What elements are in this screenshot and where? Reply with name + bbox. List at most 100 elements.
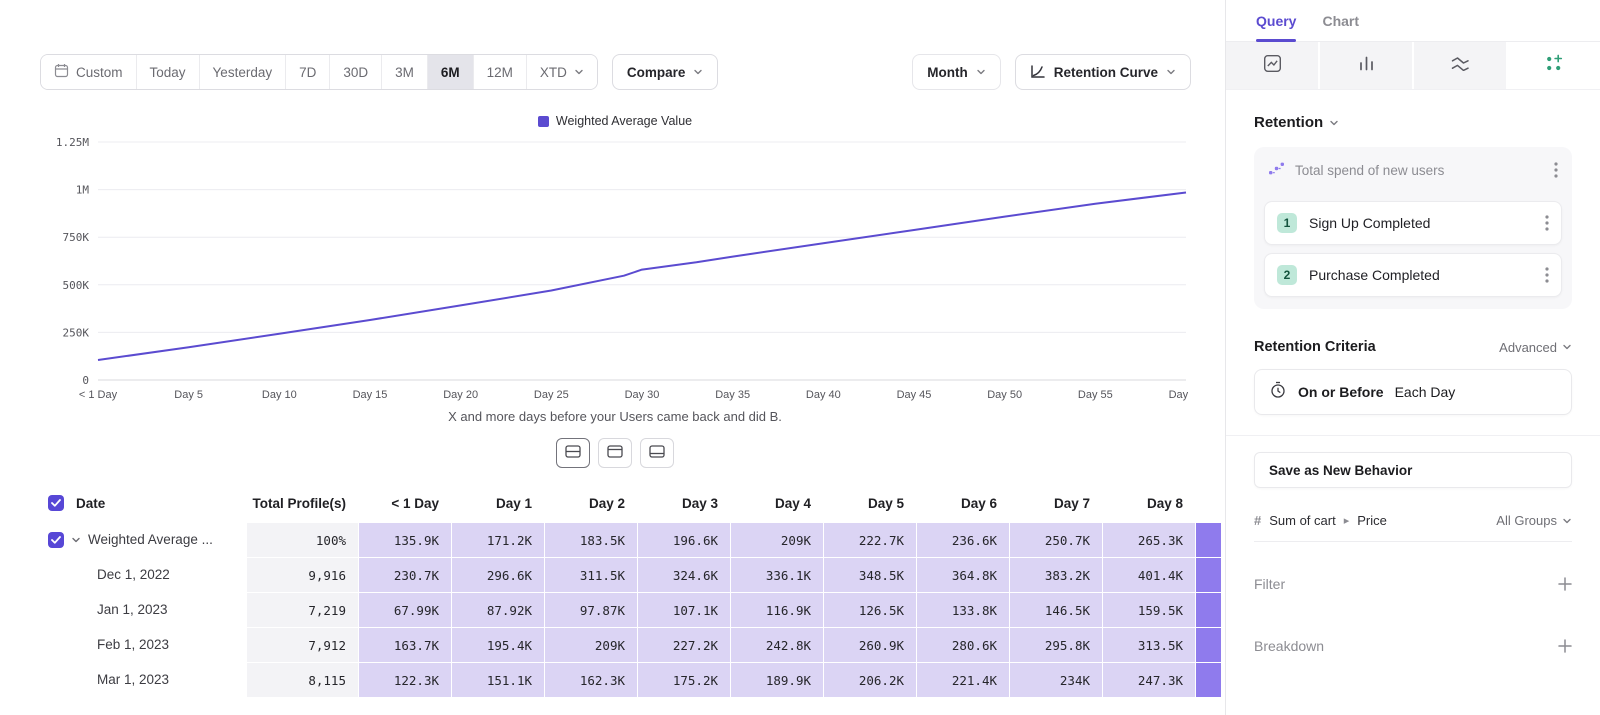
view-toggle-table-rows-top[interactable] <box>598 438 632 468</box>
total-profiles-cell[interactable]: 100% <box>246 522 358 557</box>
behavior-step[interactable]: 1Sign Up Completed <box>1264 201 1562 245</box>
granularity-button[interactable]: Month <box>912 54 1000 90</box>
retention-value-cell[interactable]: 348.5K <box>823 557 916 592</box>
report-tab-flows[interactable] <box>1414 42 1508 89</box>
retention-value-cell[interactable]: 336.1K <box>730 557 823 592</box>
retention-value-cell[interactable]: 222.7K <box>823 522 916 557</box>
retention-value-cell[interactable]: 171.2K <box>451 522 544 557</box>
view-toggle-table-rows-bottom[interactable] <box>640 438 674 468</box>
kebab-menu-icon[interactable] <box>1543 265 1551 285</box>
retention-value-cell[interactable]: 230.7K <box>358 557 451 592</box>
retention-value-cell[interactable]: 311.5K <box>544 557 637 592</box>
kebab-menu-icon[interactable] <box>1552 160 1560 180</box>
retention-line-series[interactable] <box>98 193 1186 361</box>
view-toggle-table-rows-split[interactable] <box>556 438 590 468</box>
retention-value-cell[interactable]: 265.3K <box>1102 522 1195 557</box>
range-button-yesterday[interactable]: Yesterday <box>200 55 287 89</box>
retention-value-cell[interactable]: 183.5K <box>544 522 637 557</box>
range-button-30d[interactable]: 30D <box>330 55 382 89</box>
advanced-dropdown[interactable]: Advanced <box>1499 340 1572 355</box>
retention-value-cell[interactable]: 295.8K <box>1009 627 1102 662</box>
column-header[interactable]: Total Profile(s) <box>246 484 358 522</box>
total-profiles-cell[interactable]: 7,219 <box>246 592 358 627</box>
compare-button[interactable]: Compare <box>612 54 719 90</box>
retention-value-cell[interactable]: 195.4K <box>451 627 544 662</box>
column-header[interactable]: < 1 Day <box>358 484 451 522</box>
range-button-12m[interactable]: 12M <box>474 55 527 89</box>
expand-chevron-icon[interactable] <box>71 535 81 545</box>
retention-value-cell[interactable]: 189.9K <box>730 662 823 697</box>
add-filter-icon[interactable] <box>1558 577 1572 591</box>
table-row[interactable]: Jan 1, 20237,21967.99K87.92K97.87K107.1K… <box>40 592 1225 627</box>
retention-value-cell[interactable]: 162.3K <box>544 662 637 697</box>
table-row[interactable]: Weighted Average ...100%135.9K171.2K183.… <box>40 522 1225 557</box>
retention-value-cell[interactable]: 221.4K <box>916 662 1009 697</box>
retention-value-cell[interactable]: 151.1K <box>451 662 544 697</box>
all-groups-dropdown[interactable]: All Groups <box>1496 513 1572 528</box>
retention-value-cell[interactable]: 135.9K <box>358 522 451 557</box>
table-row[interactable]: Dec 1, 20229,916230.7K296.6K311.5K324.6K… <box>40 557 1225 592</box>
retention-value-cell[interactable]: 227.2K <box>637 627 730 662</box>
retention-value-cell[interactable]: 324.6K <box>637 557 730 592</box>
retention-value-cell[interactable]: 236.6K <box>916 522 1009 557</box>
retention-section-header[interactable]: Retention <box>1254 114 1572 131</box>
retention-value-cell[interactable]: 107.1K <box>637 592 730 627</box>
retention-value-cell[interactable]: 364.8K <box>916 557 1009 592</box>
retention-value-cell[interactable]: 116.9K <box>730 592 823 627</box>
tab-query[interactable]: Query <box>1256 13 1296 41</box>
retention-value-cell[interactable]: 242.8K <box>730 627 823 662</box>
retention-chart[interactable]: 0250K500K750K1M1.25M< 1 DayDay 5Day 10Da… <box>40 132 1190 404</box>
retention-value-cell[interactable]: 67.99K <box>358 592 451 627</box>
total-profiles-cell[interactable]: 7,912 <box>246 627 358 662</box>
table-row[interactable]: Feb 1, 20237,912163.7K195.4K209K227.2K24… <box>40 627 1225 662</box>
retention-value-cell[interactable]: 247.3K <box>1102 662 1195 697</box>
report-tab-retention[interactable] <box>1508 42 1600 89</box>
behavior-header[interactable]: Total spend of new users <box>1254 147 1572 193</box>
retention-value-cell[interactable]: 146.5K <box>1009 592 1102 627</box>
range-button-today[interactable]: Today <box>137 55 200 89</box>
range-button-xtd[interactable]: XTD <box>527 55 597 89</box>
retention-value-cell[interactable]: 97.87K <box>544 592 637 627</box>
retention-value-cell[interactable]: 280.6K <box>916 627 1009 662</box>
column-header[interactable]: Day 5 <box>823 484 916 522</box>
column-header[interactable]: Day 7 <box>1009 484 1102 522</box>
column-header[interactable]: Day 1 <box>451 484 544 522</box>
column-header[interactable]: Day 4 <box>730 484 823 522</box>
behavior-step[interactable]: 2Purchase Completed <box>1264 253 1562 297</box>
retention-value-cell[interactable]: 206.2K <box>823 662 916 697</box>
retention-value-cell[interactable]: 260.9K <box>823 627 916 662</box>
retention-value-cell[interactable]: 122.3K <box>358 662 451 697</box>
save-as-new-behavior-button[interactable]: Save as New Behavior <box>1254 452 1572 488</box>
row-checkbox[interactable] <box>48 532 64 548</box>
retention-value-cell[interactable]: 133.8K <box>916 592 1009 627</box>
range-button-3m[interactable]: 3M <box>382 55 428 89</box>
column-header[interactable]: Day 6 <box>916 484 1009 522</box>
report-tab-bar-chart[interactable] <box>1320 42 1414 89</box>
range-button-6m[interactable]: 6M <box>428 55 474 89</box>
chart-type-button[interactable]: Retention Curve <box>1015 54 1191 90</box>
retention-value-cell[interactable]: 126.5K <box>823 592 916 627</box>
retention-value-cell[interactable]: 87.92K <box>451 592 544 627</box>
tab-chart[interactable]: Chart <box>1322 13 1359 41</box>
select-all-checkbox[interactable] <box>48 495 64 511</box>
kebab-menu-icon[interactable] <box>1543 213 1551 233</box>
retention-value-cell[interactable]: 383.2K <box>1009 557 1102 592</box>
column-header[interactable]: Day 8 <box>1102 484 1195 522</box>
table-row[interactable]: Mar 1, 20238,115122.3K151.1K162.3K175.2K… <box>40 662 1225 697</box>
column-header[interactable]: Day 2 <box>544 484 637 522</box>
criteria-condition-card[interactable]: On or Before Each Day <box>1254 369 1572 415</box>
measure-row[interactable]: # Sum of cart ▸ Price All Groups <box>1254 500 1572 542</box>
retention-value-cell[interactable]: 209K <box>730 522 823 557</box>
range-button-custom[interactable]: Custom <box>41 55 137 89</box>
retention-value-cell[interactable]: 234K <box>1009 662 1102 697</box>
retention-value-cell[interactable]: 401.4K <box>1102 557 1195 592</box>
retention-value-cell[interactable]: 196.6K <box>637 522 730 557</box>
column-header[interactable]: Day 3 <box>637 484 730 522</box>
retention-value-cell[interactable]: 175.2K <box>637 662 730 697</box>
report-tab-insights[interactable] <box>1226 42 1320 89</box>
retention-value-cell[interactable]: 250.7K <box>1009 522 1102 557</box>
retention-value-cell[interactable]: 209K <box>544 627 637 662</box>
total-profiles-cell[interactable]: 9,916 <box>246 557 358 592</box>
retention-value-cell[interactable]: 163.7K <box>358 627 451 662</box>
retention-value-cell[interactable]: 296.6K <box>451 557 544 592</box>
